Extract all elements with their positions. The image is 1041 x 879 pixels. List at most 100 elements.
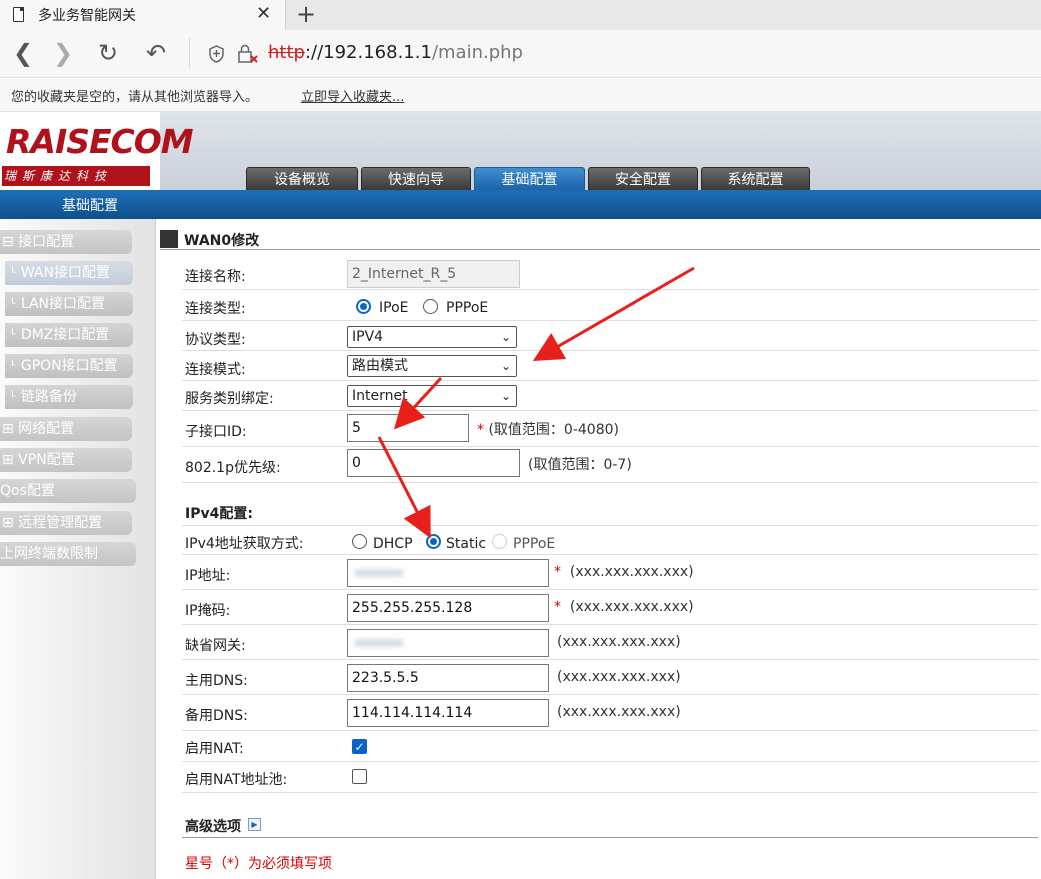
row-conn-name: 连接名称: 2_Internet_R_5 [182, 258, 1038, 290]
dhcp-label: DHCP [373, 536, 413, 552]
pppoe-radio[interactable] [423, 299, 438, 314]
subif-label: 子接口ID: [185, 424, 247, 440]
priority-label: 802.1p优先级: [185, 460, 281, 476]
undo-icon[interactable]: ↶ [141, 38, 171, 68]
subif-input[interactable]: 5 [347, 414, 469, 442]
url-host: ://192.168.1.1 [304, 42, 432, 63]
row-nat-pool: 启用NAT地址池: [182, 763, 1038, 793]
page-icon [13, 7, 24, 22]
sidebar-item-network-config[interactable]: ⊞ 网络配置 [0, 417, 132, 441]
sidebar-item-lan[interactable]: ᒻ LAN接口配置 [5, 292, 133, 316]
tab-system-config[interactable]: 系统配置 [701, 167, 810, 191]
back-icon[interactable]: ❮ [8, 38, 38, 68]
gateway-hint: (xxx.xxx.xxx.xxx) [557, 634, 681, 650]
protocol-select[interactable]: IPV4 ⌄ [347, 326, 517, 348]
protocol-value: IPV4 [352, 329, 384, 345]
pppoe-method-radio[interactable] [492, 534, 507, 549]
tab-title: 多业务智能网关 [38, 8, 136, 24]
conn-type-label: 连接类型: [185, 301, 246, 317]
close-tab-icon[interactable]: ✕ [256, 3, 271, 24]
shield-icon[interactable] [208, 45, 225, 63]
pppoe-method-label: PPPoE [513, 536, 556, 552]
new-tab-icon[interactable]: + [296, 0, 316, 28]
mask-hint-text: (xxx.xxx.xxx.xxx) [569, 599, 694, 615]
gateway-label: 缺省网关: [185, 638, 246, 654]
ip-hint: * (xxx.xxx.xxx.xxx) [554, 564, 694, 580]
chevron-down-icon: ⌄ [500, 359, 511, 373]
row-ip: IP地址: * (xxx.xxx.xxx.xxx) [182, 556, 1038, 590]
sidebar-item-link-backup[interactable]: ᒻ 链路备份 [5, 385, 133, 409]
sidebar-item-wan[interactable]: ᒻ WAN接口配置 [5, 261, 133, 285]
section-bar: 基础配置 [0, 190, 1041, 219]
required-note: 星号（*）为必须填写项 [185, 856, 332, 872]
advanced-options-label[interactable]: 高级选项 [185, 816, 241, 836]
ipoe-label: IPoE [379, 300, 409, 316]
ipv4-method-label: IPv4地址获取方式: [185, 536, 304, 552]
ipv4-config-title: IPv4配置: [185, 506, 253, 522]
logo-text: RAISECOM [6, 122, 194, 161]
dns1-input[interactable]: 223.5.5.5 [347, 664, 549, 692]
nat-pool-label: 启用NAT地址池: [185, 772, 288, 788]
browser-tab[interactable]: 多业务智能网关 ✕ [0, 0, 286, 30]
main-content: WAN0修改 连接名称: 2_Internet_R_5 连接类型: IPoE P… [157, 219, 1041, 879]
redacted-value [354, 569, 404, 577]
ip-label: IP地址: [185, 568, 231, 584]
service-select[interactable]: Internet ⌄ [347, 385, 517, 407]
dhcp-radio[interactable] [352, 534, 367, 549]
sidebar-item-qos-config[interactable]: Qos配置 [0, 479, 136, 503]
dns1-hint: (xxx.xxx.xxx.xxx) [557, 669, 681, 685]
form-header: WAN0修改 [160, 228, 1040, 250]
tab-basic-config[interactable]: 基础配置 [474, 167, 585, 191]
row-dns1: 主用DNS: 223.5.5.5 (xxx.xxx.xxx.xxx) [182, 661, 1038, 695]
pppoe-label: PPPoE [446, 300, 489, 316]
tab-device-overview[interactable]: 设备概览 [246, 167, 358, 191]
gateway-input[interactable] [347, 629, 549, 657]
nat-checkbox[interactable]: ✓ [352, 739, 367, 754]
conn-name-label: 连接名称: [185, 269, 246, 285]
tab-security-config[interactable]: 安全配置 [588, 167, 698, 191]
favorites-bar: 您的收藏夹是空的，请从其他浏览器导入。 立即导入收藏夹... [0, 79, 1041, 112]
favorites-empty-text: 您的收藏夹是空的，请从其他浏览器导入。 [11, 90, 259, 105]
address-bar[interactable]: http://192.168.1.1/main.php [268, 42, 523, 63]
dns1-label: 主用DNS: [185, 673, 248, 689]
chevron-down-icon: ⌄ [500, 389, 511, 403]
refresh-icon[interactable]: ↻ [93, 38, 123, 68]
static-label: Static [446, 536, 487, 552]
browser-tab-bar: 多业务智能网关 ✕ + [0, 0, 1041, 30]
sidebar-item-dmz[interactable]: ᒻ DMZ接口配置 [5, 323, 133, 347]
insecure-lock-icon[interactable] [237, 44, 259, 64]
expand-icon[interactable]: ▶ [248, 818, 261, 831]
mode-select[interactable]: 路由模式 ⌄ [347, 355, 517, 377]
import-favorites-link[interactable]: 立即导入收藏夹... [301, 86, 404, 105]
dns2-label: 备用DNS: [185, 708, 248, 724]
priority-hint: (取值范围：0-7) [528, 457, 632, 473]
ipoe-radio[interactable] [356, 299, 371, 314]
sidebar-item-gpon[interactable]: ᒻ GPON接口配置 [5, 354, 133, 378]
nat-pool-checkbox[interactable] [352, 769, 367, 784]
mode-value: 路由模式 [352, 358, 408, 374]
priority-input[interactable]: 0 [347, 449, 520, 477]
ip-input[interactable] [347, 559, 549, 587]
chevron-down-icon: ⌄ [500, 330, 511, 344]
redacted-value [354, 639, 404, 647]
sidebar-item-terminal-limit[interactable]: 上网终端数限制 [0, 542, 136, 566]
row-conn-type: 连接类型: IPoE PPPoE [182, 291, 1038, 321]
header-square-icon [160, 230, 178, 248]
mask-input[interactable]: 255.255.255.128 [347, 594, 549, 622]
service-label: 服务类别绑定: [185, 391, 274, 407]
url-path: /main.php [431, 42, 523, 63]
sidebar-item-vpn-config[interactable]: ⊞ VPN配置 [0, 448, 132, 472]
mask-hint: * (xxx.xxx.xxx.xxx) [554, 599, 694, 615]
row-priority: 802.1p优先级: 0 (取值范围：0-7) [182, 448, 1038, 483]
conn-name-field[interactable]: 2_Internet_R_5 [347, 260, 520, 288]
forward-icon[interactable]: ❯ [48, 38, 78, 68]
dns2-input[interactable]: 114.114.114.114 [347, 699, 549, 727]
tab-quick-wizard[interactable]: 快速向导 [361, 167, 471, 191]
mode-label: 连接模式: [185, 362, 246, 378]
static-radio[interactable] [426, 534, 441, 549]
sidebar-item-remote-mgmt[interactable]: ⊞ 远程管理配置 [0, 511, 132, 535]
sidebar-item-interface-config[interactable]: ⊟ 接口配置 [0, 230, 132, 254]
logo: RAISECOM 瑞斯康达科技 [0, 112, 194, 190]
row-ipv4-method: IPv4地址获取方式: DHCP Static PPPoE [182, 525, 1038, 555]
form-title: WAN0修改 [184, 233, 260, 249]
